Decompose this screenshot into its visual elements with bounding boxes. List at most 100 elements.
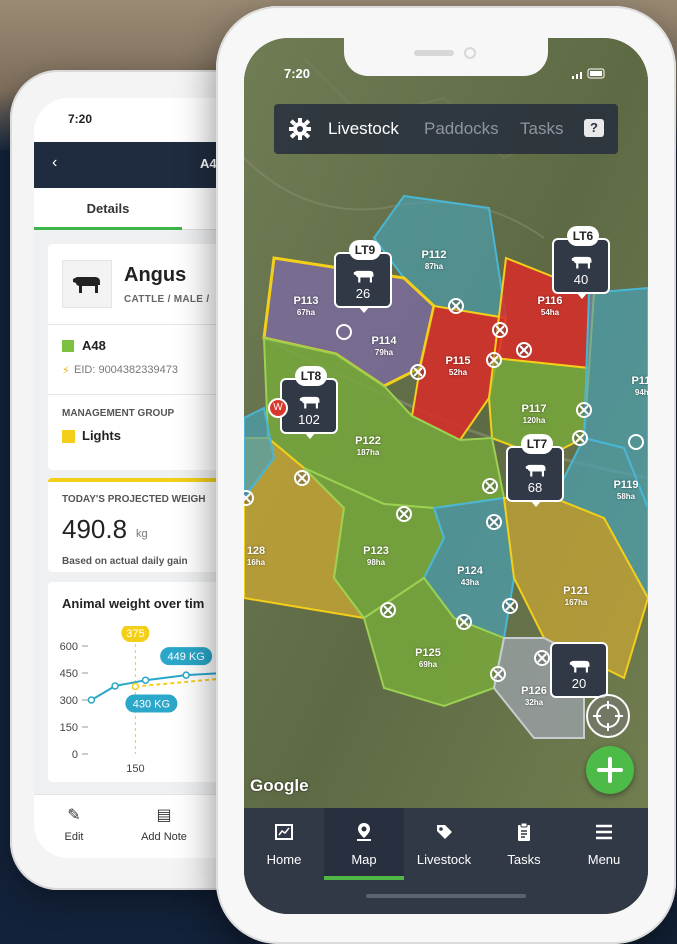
paddock-label[interactable]: P119 58ha [596, 480, 648, 502]
back-chevron-icon[interactable]: ‹ [52, 154, 57, 172]
tab-livestock[interactable]: Livestock [328, 119, 399, 139]
add-button[interactable] [586, 746, 634, 794]
home-dashboard-icon [275, 824, 293, 840]
gear-icon[interactable] [288, 117, 312, 141]
paddock-label[interactable]: P117 120ha [504, 404, 564, 426]
tab-paddocks[interactable]: Paddocks [424, 119, 499, 139]
projected-weight-unit: kg [136, 528, 148, 540]
tag-color-swatch [62, 340, 74, 352]
edit-label: Edit [64, 831, 84, 843]
tab-tasks[interactable]: Tasks [520, 119, 563, 139]
y-tick-label: 600 [60, 641, 78, 653]
projected-weight-title: TODAY'S PROJECTED WEIGH [62, 494, 206, 505]
management-group-title: MANAGEMENT GROUP [62, 408, 175, 419]
weight-chart-title: Animal weight over tim [62, 596, 205, 611]
tab-details-label: Details [86, 201, 130, 216]
mob-count: 40 [573, 272, 589, 287]
paddock-label[interactable]: P11894ha [614, 376, 648, 398]
livestock-marker[interactable]: LT7 68 [506, 434, 564, 507]
nav-map[interactable]: Map [324, 808, 404, 880]
livestock-marker[interactable]: LT6 40 [552, 226, 610, 299]
projected-weight-value: 490.8 [62, 514, 128, 544]
locate-me-button[interactable] [586, 694, 630, 738]
tab-active-indicator [34, 227, 182, 230]
projected-weight-note: Based on actual daily gain [62, 556, 188, 567]
paddock-label[interactable]: P124 43ha [440, 566, 500, 588]
help-button[interactable]: ? [584, 119, 604, 137]
warning-badge[interactable]: W [268, 398, 288, 418]
add-note-button[interactable]: ▤ Add Note [124, 805, 204, 843]
phone-notch [344, 38, 548, 76]
header-title: A4 [200, 156, 217, 171]
cow-icon [73, 277, 100, 293]
map-filter-bar: Livestock Paddocks Tasks ? [274, 104, 618, 154]
hamburger-menu-icon [596, 824, 612, 840]
paddock-label[interactable]: P115 52ha [428, 356, 488, 378]
home-indicator [366, 894, 526, 898]
nav-tasks-label: Tasks [507, 852, 541, 867]
lightning-icon: ⚡ [62, 365, 70, 377]
mob-id: LT8 [295, 366, 327, 386]
data-point [87, 696, 96, 704]
data-point [141, 676, 150, 684]
nav-menu[interactable]: Menu [564, 808, 644, 880]
front-phone: P112 87ha P113 67ha P114 79ha P115 52ha P116… [216, 6, 676, 944]
group-color-swatch [62, 430, 75, 443]
nav-home-label: Home [266, 852, 302, 867]
status-time: 7:20 [68, 112, 93, 126]
animal-classification: CATTLE / MALE / [124, 294, 210, 305]
note-icon: ▤ [156, 807, 172, 824]
map-pin-icon [357, 823, 371, 841]
livestock-marker[interactable]: LT9 26 [334, 240, 392, 313]
paddock-label[interactable]: P121 167ha [546, 586, 606, 608]
google-logo: Google [250, 776, 309, 795]
crosshair-icon [593, 701, 623, 731]
y-tick-label: 150 [60, 722, 78, 734]
nav-home[interactable]: Home [244, 808, 324, 880]
nav-map-label: Map [351, 852, 377, 867]
marker-pointer [576, 292, 588, 299]
mob-count: 26 [355, 286, 371, 301]
bottom-nav: Home Map Livestock Tasks Menu [244, 808, 648, 914]
management-group-value: Lights [82, 428, 121, 443]
nav-menu-label: Menu [587, 852, 621, 867]
marker-pointer [304, 432, 316, 439]
nav-active-indicator [324, 876, 404, 880]
paddock-label[interactable]: P125 69ha [398, 648, 458, 670]
livestock-marker[interactable]: 20 [550, 642, 608, 698]
paddock-label[interactable]: P123 98ha [346, 546, 406, 568]
livestock-tag-icon [437, 825, 452, 839]
cow-icon [353, 270, 374, 283]
edit-button[interactable]: ✎ Edit [34, 805, 114, 843]
paddock-label[interactable]: P116 54ha [520, 296, 580, 318]
map-screen: P112 87ha P113 67ha P114 79ha P115 52ha P116… [244, 38, 648, 914]
add-note-label: Add Note [141, 831, 187, 843]
y-tick-label: 450 [60, 668, 78, 680]
pencil-icon: ✎ [67, 807, 81, 824]
value-callout-label: 449 KG [167, 651, 204, 663]
signal-battery-icon [572, 68, 605, 79]
mob-count: 20 [571, 676, 587, 691]
paddock-label[interactable]: 128 16ha [244, 546, 286, 568]
mob-count: 68 [527, 480, 543, 495]
paddock-label[interactable]: P113 67ha [276, 296, 336, 318]
data-point [131, 682, 140, 691]
paddock-label[interactable]: P112 87ha [404, 250, 464, 272]
data-point [111, 682, 119, 690]
mob-id: LT9 [349, 240, 381, 260]
mob-id: LT6 [567, 226, 599, 246]
paddock-label[interactable]: P122 187ha [338, 436, 398, 458]
cattle-photo [62, 260, 112, 308]
marker-pointer [358, 306, 370, 313]
x-tick-label: 150 [126, 763, 144, 775]
nav-livestock[interactable]: Livestock [404, 808, 484, 880]
y-tick-label: 0 [72, 749, 78, 761]
livestock-marker[interactable]: LT8 102 [280, 366, 338, 439]
data-point [182, 671, 190, 679]
tab-details[interactable]: Details [34, 188, 182, 230]
paddock-label[interactable]: P114 79ha [354, 336, 414, 358]
nav-tasks[interactable]: Tasks [484, 808, 564, 880]
plus-icon [597, 757, 623, 783]
mob-id: LT7 [521, 434, 553, 454]
animal-tag: A48 [82, 338, 106, 353]
